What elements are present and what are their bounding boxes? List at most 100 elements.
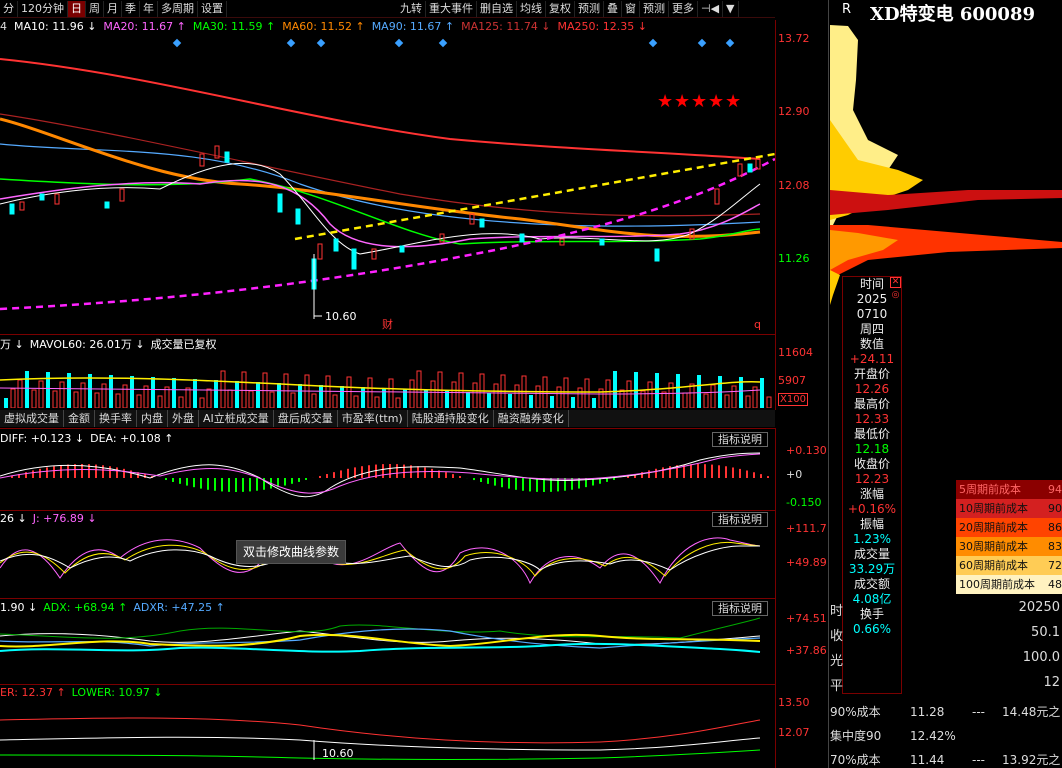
toolbar-button[interactable]: 更多	[669, 0, 698, 17]
toolbar-button[interactable]: 均线	[517, 0, 546, 17]
svg-text:★: ★	[708, 91, 724, 112]
trend-line-yellow	[294, 152, 775, 241]
boll-chart: 10.60	[0, 717, 761, 760]
boll-legend: ER: 12.37 ↑ LOWER: 10.97 ↓	[0, 686, 163, 699]
volume-chart	[0, 370, 772, 408]
dmi-legend: 1.90 ↓ ADX: +68.94 ↑ ADXR: +47.25 ↑	[0, 601, 225, 614]
kdj-tick-2: +49.89	[786, 556, 827, 569]
legend-item: MA20: 11.67 ↑	[103, 20, 186, 33]
period-tab[interactable]: 月	[104, 0, 122, 17]
popup-value: 1.23%	[852, 532, 892, 546]
ma60-line	[0, 117, 761, 238]
trend-line-magenta	[0, 157, 775, 311]
macd-tick-3: -0.150	[786, 496, 822, 509]
cost-table-row: 90%成本 11.28 --- 14.48元之	[830, 705, 1061, 719]
popup-label: 周四	[859, 322, 884, 336]
popup-label: 开盘价	[853, 367, 890, 381]
side-row: 收 50.1	[830, 625, 1060, 644]
legend-item: 4	[0, 20, 7, 33]
toolbar-button[interactable]: 九转	[397, 0, 426, 17]
popup-value: +0.16%	[847, 502, 897, 516]
popup-label: 涨幅	[859, 487, 884, 501]
legend-item: MA60: 11.52 ↑	[282, 20, 365, 33]
boll-axis: 13.50 12.07	[775, 684, 828, 768]
kdj-explain-button[interactable]: 指标说明	[712, 512, 768, 527]
indicator-tab[interactable]: 陆股通持股变化	[408, 410, 494, 427]
period-tab[interactable]: 120分钟	[18, 0, 68, 17]
marker-q: q	[754, 318, 761, 331]
toolbar-button[interactable]: 重大事件	[426, 0, 477, 17]
indicator-tabs: 虚拟成交量 金额 换手率 内盘 外盘 AI立桩成交量 盘后成交量 市盈率(ttm) 陆股通持股变…	[0, 410, 775, 427]
indicator-tab[interactable]: 换手率	[95, 410, 137, 427]
popup-close-icon[interactable]: ✕	[890, 277, 901, 288]
side-row: 时 20250	[830, 600, 1060, 619]
toolbar-button[interactable]: ▼	[723, 0, 739, 17]
dmi-tick-1: +74.51	[786, 612, 827, 625]
indicator-tab[interactable]: 内盘	[137, 410, 168, 427]
rating-stars: ★ ★ ★ ★ ★	[657, 91, 741, 112]
popup-value: 12.26	[854, 382, 890, 396]
toolbar-button[interactable]: 叠	[604, 0, 622, 17]
ma-legend: 4 MA10: 11.96 ↓ MA20: 11.67 ↑ MA30: 11.59 ↑…	[0, 20, 647, 34]
popup-label: 振幅	[859, 517, 884, 531]
legend-item: ER: 12.37 ↑	[0, 686, 66, 699]
legend-item: MA30: 11.59 ↑	[192, 20, 276, 33]
toolbar-button[interactable]: 预测	[640, 0, 669, 17]
period-tab[interactable]: 设置	[198, 0, 227, 17]
period-tab[interactable]: 多周期	[158, 0, 198, 17]
cost-row: 100周期前成本 48	[956, 575, 1062, 594]
macd-explain-button[interactable]: 指标说明	[712, 432, 768, 447]
indicator-tab[interactable]: 外盘	[168, 410, 199, 427]
toolbar-button[interactable]: ⊣◀	[698, 0, 724, 17]
legend-item: DEA: +0.108 ↑	[90, 432, 174, 445]
vol-tick-1: 11604	[778, 346, 813, 359]
period-tab[interactable]: 周	[86, 0, 104, 17]
toolbar-button[interactable]: 预测	[575, 0, 604, 17]
side-row: 平 12	[830, 675, 1060, 694]
toolbar-button[interactable]: 窗	[622, 0, 640, 17]
period-tab[interactable]: 日	[68, 0, 86, 17]
price-tick-3: 12.08	[778, 179, 810, 192]
indicator-tab[interactable]: 融资融券变化	[494, 410, 569, 427]
toolbar-button[interactable]: 复权	[546, 0, 575, 17]
legend-item: MA90: 11.67 ↑	[371, 20, 455, 33]
indicator-tab[interactable]: 金额	[64, 410, 95, 427]
param-tooltip: 双击修改曲线参数	[236, 540, 346, 564]
side-fragments: 时 20250 收 50.1 光 100.0 平 12	[828, 600, 1062, 700]
period-tab[interactable]: 分	[0, 0, 18, 17]
popup-value: 12.33	[854, 412, 890, 426]
vol-tick-2: 5907	[778, 374, 806, 387]
price-tick-4: 11.26	[778, 252, 810, 265]
period-tab[interactable]: 季	[122, 0, 140, 17]
legend-item: ADX: +68.94 ↑	[43, 601, 128, 614]
kline-chart[interactable]: ★ ★ ★ ★ ★ 10.60 财 q	[0, 34, 775, 334]
kdj-chart	[0, 537, 761, 585]
cost-row: 5周期前成本 94	[956, 480, 1062, 499]
svg-text:★: ★	[674, 91, 690, 112]
macd-tick-1: +0.130	[786, 444, 827, 457]
legend-item: MA125: 11.74 ↓	[461, 20, 551, 33]
popup-settings-icon[interactable]: ◎	[890, 290, 901, 301]
legend-item: DIFF: +0.123 ↓	[0, 432, 85, 445]
r-indicator: R	[842, 2, 852, 17]
dmi-explain-button[interactable]: 指标说明	[712, 601, 768, 616]
volume-axis: 11604 5907 X100	[775, 334, 828, 410]
period-tab[interactable]: 年	[140, 0, 158, 17]
chip-distribution	[830, 25, 1062, 305]
indicator-tab[interactable]: 盘后成交量	[274, 410, 338, 427]
legend-item: 26 ↓	[0, 512, 27, 525]
popup-label: 最低价	[853, 427, 890, 441]
toolbar-button[interactable]: 删自选	[477, 0, 517, 17]
kdj-legend: 26 ↓ J: +76.89 ↓	[0, 512, 97, 525]
macd-chart	[0, 452, 769, 498]
indicator-tab[interactable]: 虚拟成交量	[0, 410, 64, 427]
cost-table-row: 集中度90 12.42%	[830, 729, 956, 743]
price-axis: 13.72 12.90 12.08 11.26	[775, 20, 828, 335]
price-tick-2: 12.90	[778, 105, 810, 118]
legend-item: MA250: 12.35 ↓	[557, 20, 647, 33]
indicator-tab[interactable]: 市盈率(ttm)	[338, 410, 408, 427]
popup-label: 成交量	[853, 547, 890, 561]
indicator-tab[interactable]: AI立桩成交量	[199, 410, 274, 427]
macd-tick-2: +0	[786, 468, 803, 481]
popup-label: 成交额	[853, 577, 890, 591]
